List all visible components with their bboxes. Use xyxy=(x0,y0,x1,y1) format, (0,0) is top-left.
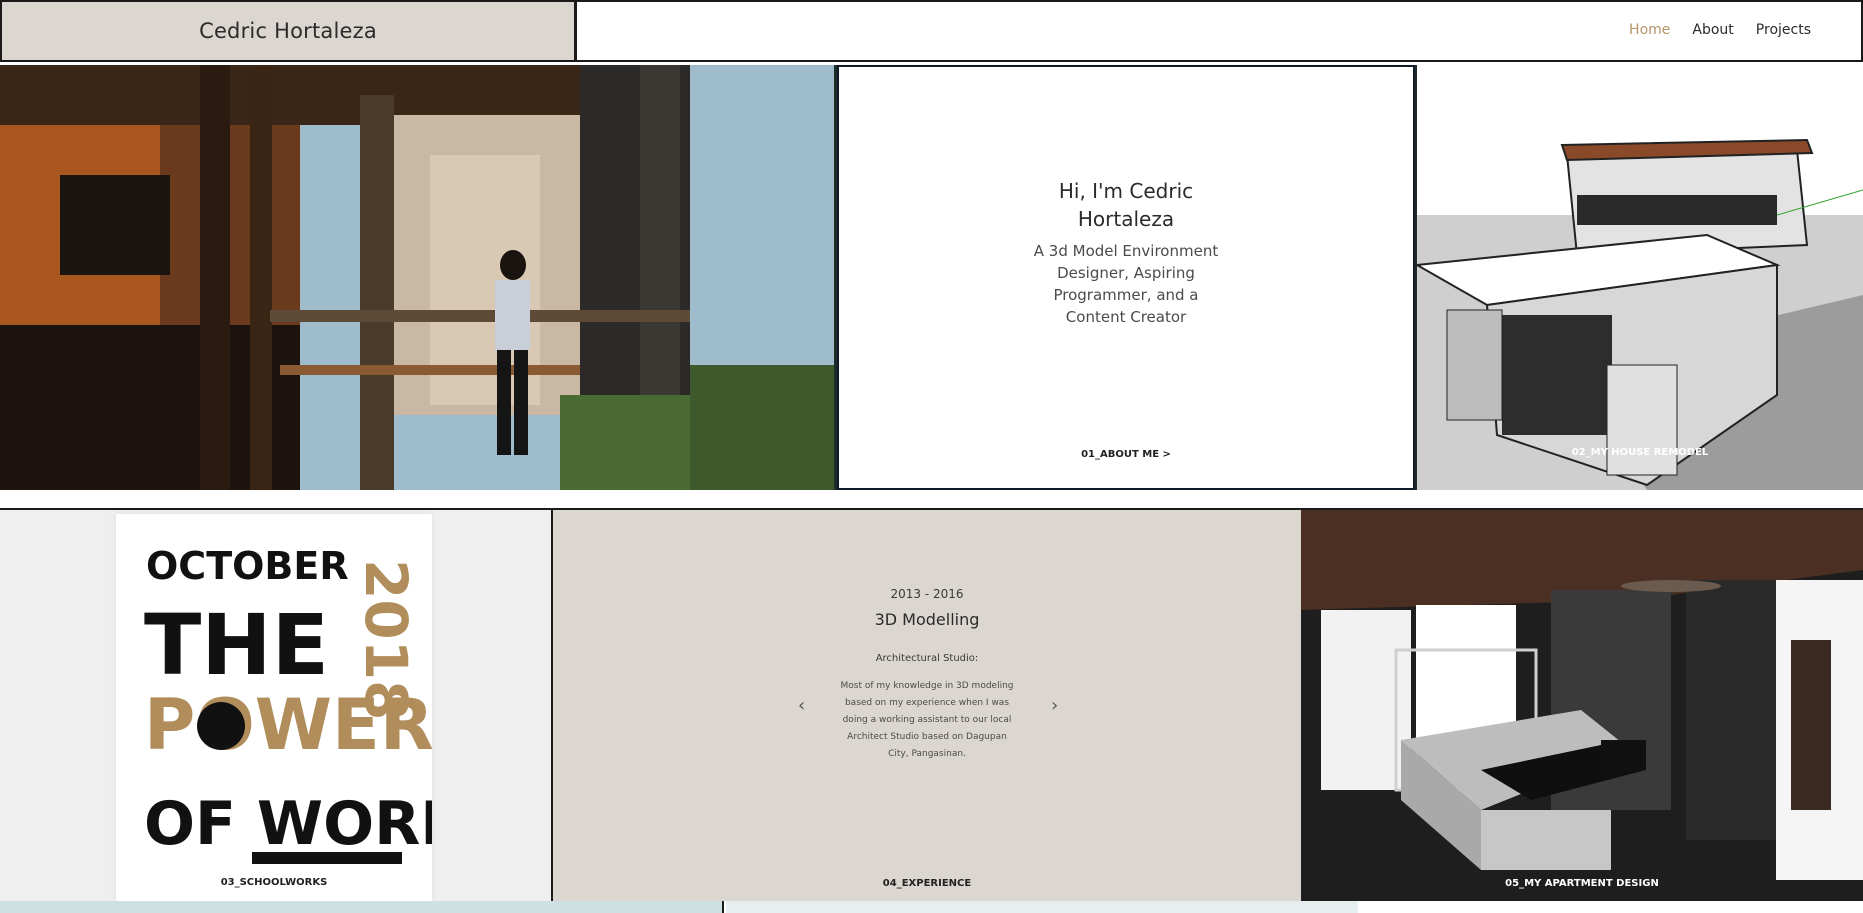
intro-heading: Hi, I'm Cedric Hortaleza xyxy=(839,177,1413,233)
chevron-left-icon[interactable]: ‹ xyxy=(798,695,805,716)
nav-projects[interactable]: Projects xyxy=(1756,22,1811,38)
schoolworks-tile[interactable]: OCTOBER 2018 THE POWER OF WORDS 03_SCHOO… xyxy=(0,510,553,901)
experience-years: 2013 - 2016 xyxy=(890,587,964,601)
intro-subtitle: A 3d Model Environment Designer, Aspirin… xyxy=(839,240,1413,328)
poster-word: OCTOBER xyxy=(146,544,349,588)
intro-subtitle-line: Programmer, and a xyxy=(1053,286,1199,304)
house-remodel-label[interactable]: 02_MY HOUSE REMODEL xyxy=(1417,447,1863,458)
experience-description-line: based on my experience when I was xyxy=(844,698,1010,708)
apartment-render-illustration xyxy=(1301,510,1863,901)
house-render-illustration xyxy=(1417,65,1863,490)
hero-photo-illustration xyxy=(0,65,834,490)
schoolworks-label[interactable]: 03_SCHOOLWORKS xyxy=(116,877,432,888)
experience-description: Most of my knowledge in 3D modeling base… xyxy=(838,678,1016,763)
intro-subtitle-line: Designer, Aspiring xyxy=(1057,264,1195,282)
row3-tile-left[interactable] xyxy=(0,901,724,913)
poster-word: OF WORDS xyxy=(144,789,432,859)
house-remodel-tile[interactable]: 02_MY HOUSE REMODEL xyxy=(1417,65,1863,490)
chevron-right-icon[interactable]: › xyxy=(1051,695,1058,716)
experience-description-line: Most of my knowledge in 3D modeling xyxy=(840,681,1014,691)
site-brand[interactable]: Cedric Hortaleza xyxy=(0,0,577,62)
experience-title: 3D Modelling xyxy=(874,610,980,629)
intro-panel: Hi, I'm Cedric Hortaleza A 3d Model Envi… xyxy=(837,65,1415,490)
experience-description-line: doing a working assistant to our local xyxy=(842,715,1012,725)
nav-links: Home About Projects xyxy=(1629,22,1811,38)
row3-tile-right[interactable] xyxy=(1358,901,1863,913)
intro-name-line1: Hi, I'm Cedric xyxy=(1058,179,1194,203)
experience-slideshow: 2013 - 2016 3D Modelling Architectural S… xyxy=(553,510,1301,901)
nav-about[interactable]: About xyxy=(1692,22,1733,38)
experience-label[interactable]: 04_EXPERIENCE xyxy=(553,878,1301,889)
top-nav: Home About Projects xyxy=(577,0,1863,62)
poster-word: POWER xyxy=(144,684,432,766)
about-me-link[interactable]: 01_ABOUT ME > xyxy=(839,449,1413,460)
intro-subtitle-line: Content Creator xyxy=(1065,308,1187,326)
experience-description-line: City, Pangasinan. xyxy=(888,749,966,759)
experience-studio: Architectural Studio: xyxy=(875,653,979,664)
nav-home[interactable]: Home xyxy=(1629,22,1670,38)
apartment-design-label[interactable]: 05_MY APARTMENT DESIGN xyxy=(1301,878,1863,889)
intro-name-line2: Hortaleza xyxy=(1077,207,1175,231)
experience-description-line: Architect Studio based on Dagupan xyxy=(847,732,1007,742)
site-title[interactable]: Cedric Hortaleza xyxy=(199,19,377,43)
poster-typography-graphic: OCTOBER 2018 THE POWER OF WORDS xyxy=(144,544,513,864)
intro-subtitle-line: A 3d Model Environment xyxy=(1033,242,1219,260)
power-of-words-poster: OCTOBER 2018 THE POWER OF WORDS xyxy=(116,514,513,901)
row3-tile-middle[interactable] xyxy=(726,901,1358,913)
hero-photo xyxy=(0,65,834,490)
apartment-design-tile[interactable]: 05_MY APARTMENT DESIGN xyxy=(1301,510,1863,901)
poster-word: THE xyxy=(144,596,329,694)
